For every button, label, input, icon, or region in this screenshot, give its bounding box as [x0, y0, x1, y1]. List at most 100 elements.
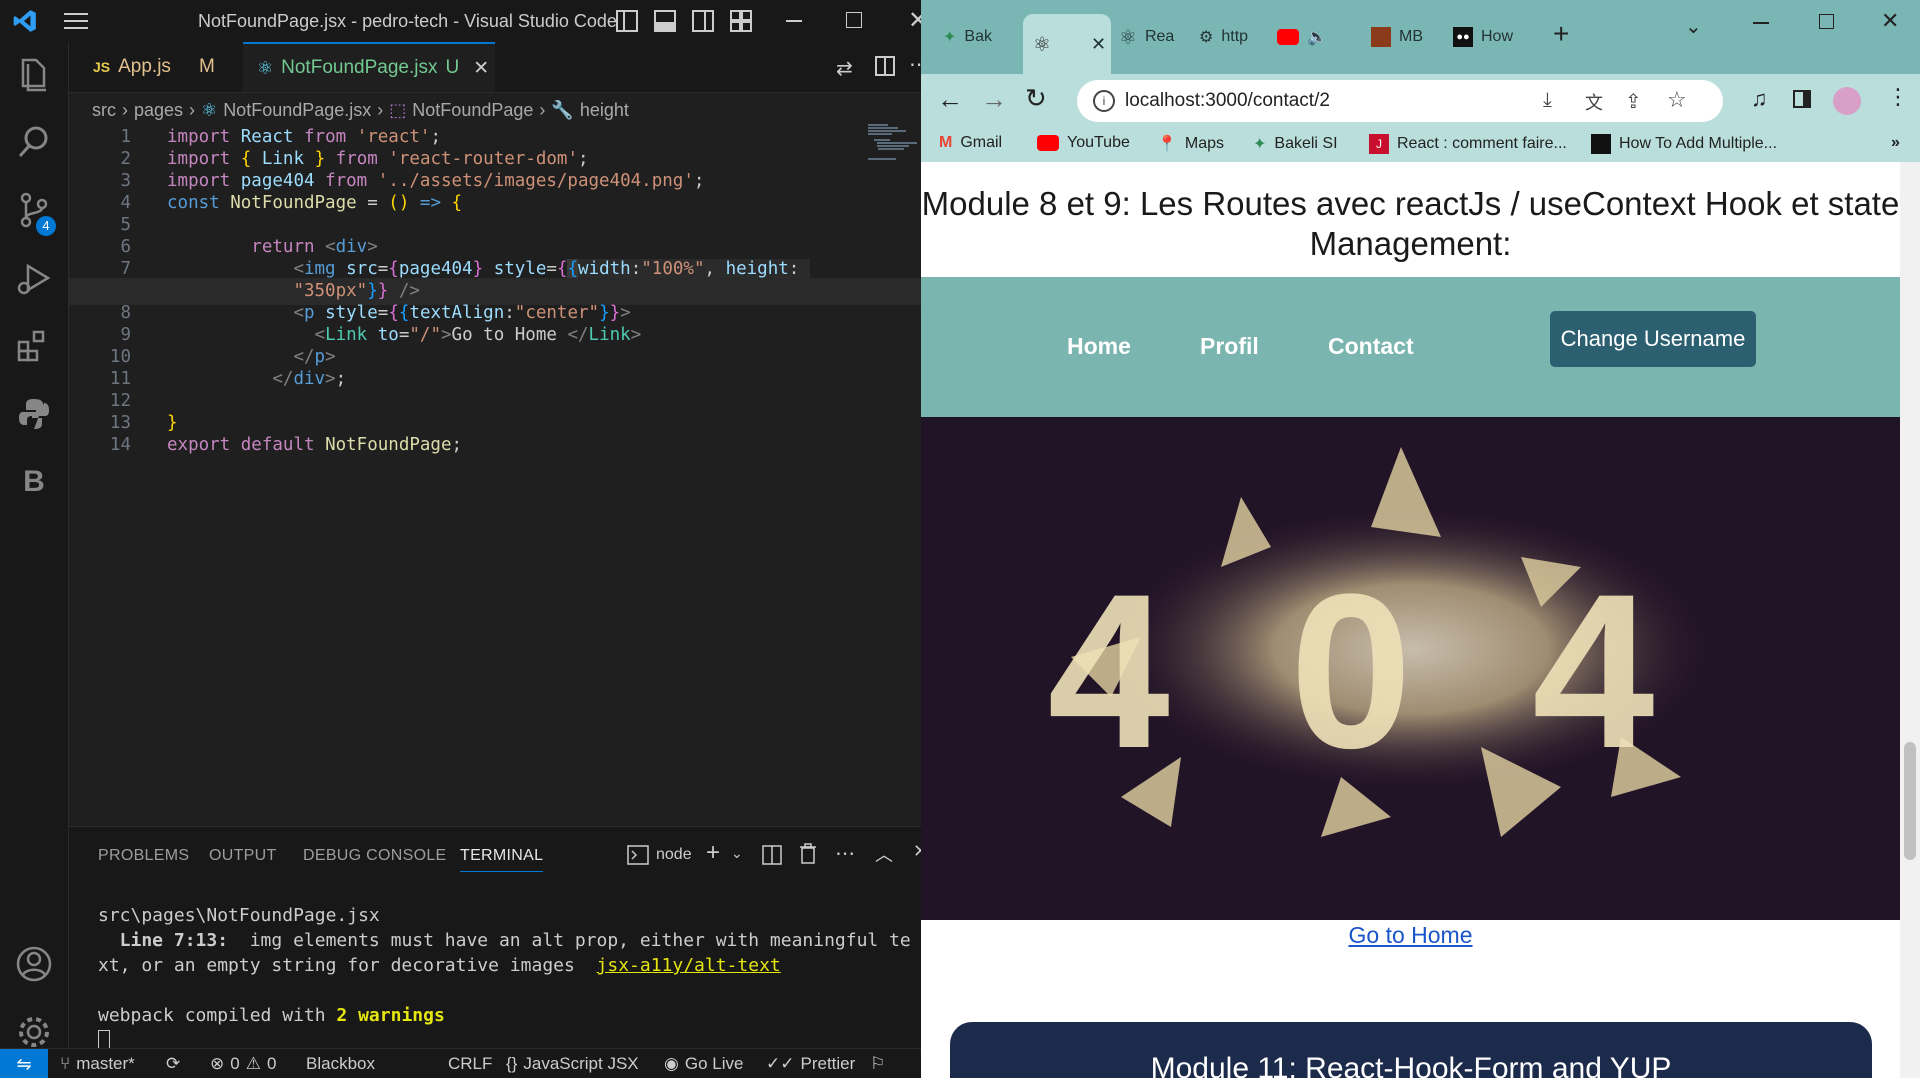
tab-terminal[interactable]: TERMINAL: [460, 847, 544, 872]
reload-icon[interactable]: ↻: [1025, 83, 1047, 114]
menu-icon[interactable]: [64, 12, 88, 30]
nav-profil[interactable]: Profil: [1200, 333, 1259, 360]
customize-layout-icon[interactable]: [730, 10, 752, 37]
breadcrumb-pages[interactable]: pages: [134, 100, 183, 121]
breadcrumb-symbol[interactable]: NotFoundPage: [412, 100, 533, 121]
tab-problems[interactable]: PROBLEMS: [98, 847, 189, 865]
source-control-badge: 4: [36, 216, 56, 236]
share-icon[interactable]: ⇪: [1625, 89, 1642, 114]
split-editor-icon[interactable]: [875, 56, 895, 81]
close-tab-icon[interactable]: ✕: [1091, 34, 1106, 55]
extensions-icon[interactable]: [14, 326, 54, 366]
problems-status[interactable]: ⊗ 0 ⚠ 0: [210, 1054, 276, 1074]
browser-tab[interactable]: ⚛ Rea: [1119, 16, 1189, 58]
react-file-icon: ⚛: [257, 57, 274, 78]
module-11-card: Module 11: React-Hook-Form and YUP: [950, 1022, 1872, 1078]
bookmark-react[interactable]: J React : comment faire...: [1369, 134, 1567, 154]
breadcrumb: src › pages › ⚛ NotFoundPage.jsx › ⬚ NotFou…: [92, 96, 629, 124]
more-actions-icon[interactable]: ⋯: [909, 52, 921, 77]
chevron-down-icon[interactable]: ⌄: [731, 845, 743, 862]
go-home-link[interactable]: Go to Home: [1349, 922, 1473, 948]
go-live-status[interactable]: ◉ Go Live: [664, 1054, 743, 1074]
run-debug-icon[interactable]: [14, 258, 54, 298]
terminal-shell-name[interactable]: node: [656, 846, 692, 864]
profile-avatar[interactable]: [1833, 87, 1861, 115]
close-panel-icon[interactable]: ✕: [913, 841, 921, 862]
breadcrumb-src[interactable]: src: [92, 100, 116, 121]
tab-debug-console[interactable]: DEBUG CONSOLE: [303, 847, 447, 865]
settings-gear-icon[interactable]: [14, 1012, 54, 1052]
change-username-button[interactable]: Change Username: [1550, 311, 1756, 367]
language-status[interactable]: {} JavaScript JSX: [506, 1054, 639, 1074]
tab-app-js[interactable]: JS App.js M: [79, 42, 249, 92]
maximize-icon[interactable]: [1819, 14, 1834, 29]
code-editor[interactable]: 1 import React from 'react'; 2 import { Li…: [69, 124, 921, 824]
search-icon[interactable]: [14, 122, 54, 162]
minimize-icon[interactable]: [786, 20, 802, 22]
accounts-icon[interactable]: [14, 944, 54, 984]
compare-changes-icon[interactable]: ⇄: [836, 56, 853, 81]
browser-tab-active[interactable]: ⚛ ✕: [1023, 14, 1111, 74]
split-terminal-icon[interactable]: [762, 845, 782, 870]
browser-tab[interactable]: ●● How: [1453, 16, 1523, 58]
python-icon[interactable]: [14, 394, 54, 434]
nav-home[interactable]: Home: [1067, 333, 1131, 360]
close-window-icon[interactable]: ✕: [908, 6, 921, 35]
bookmark-how-to[interactable]: How To Add Multiple...: [1591, 134, 1777, 154]
new-terminal-icon[interactable]: +: [706, 839, 720, 867]
branch-status[interactable]: ⑂ master*: [60, 1054, 135, 1074]
install-app-icon[interactable]: ⤓: [1543, 89, 1552, 112]
blackbox-icon[interactable]: B: [14, 462, 54, 502]
close-tab-icon[interactable]: ✕: [473, 57, 489, 80]
blackbox-status[interactable]: Blackbox: [306, 1054, 375, 1074]
browser-tab[interactable]: ⚙ http: [1199, 16, 1269, 58]
scrollbar-thumb[interactable]: [1904, 742, 1916, 860]
close-window-icon[interactable]: ✕: [1881, 8, 1899, 34]
trash-icon[interactable]: [799, 843, 817, 870]
maximize-panel-icon[interactable]: ︿: [875, 841, 893, 867]
more-icon[interactable]: ⋯: [835, 841, 855, 866]
address-bar[interactable]: i localhost:3000/contact/2 ⤓ 文 ⇪ ☆: [1077, 80, 1723, 122]
breadcrumb-property[interactable]: height: [580, 100, 629, 121]
prettier-status[interactable]: ✓✓ Prettier: [766, 1054, 855, 1074]
tab-notfoundpage-jsx[interactable]: ⚛ NotFoundPage.jsx U ✕: [243, 42, 495, 92]
forward-icon[interactable]: →: [981, 84, 1007, 115]
react-file-icon: ⚛: [201, 99, 218, 120]
bookmark-gmail[interactable]: M Gmail: [939, 134, 1002, 152]
back-icon[interactable]: ←: [937, 84, 963, 115]
chrome-menu-icon[interactable]: ⋮: [1887, 84, 1909, 110]
bookmark-youtube[interactable]: YouTube: [1037, 134, 1130, 152]
nav-contact[interactable]: Contact: [1328, 333, 1414, 360]
remote-indicator[interactable]: ⇋: [0, 1049, 48, 1078]
toggle-panel-icon[interactable]: [654, 10, 676, 37]
breadcrumb-file[interactable]: NotFoundPage.jsx: [223, 100, 371, 121]
explorer-icon[interactable]: [14, 54, 54, 94]
page-scrollbar[interactable]: [1900, 162, 1920, 1078]
sync-icon[interactable]: ⟳: [166, 1054, 180, 1074]
git-branch-icon: ⑂: [60, 1054, 71, 1073]
feedback-icon[interactable]: ⚐: [870, 1054, 885, 1074]
browser-tab[interactable]: 🔈: [1277, 16, 1347, 58]
new-tab-icon[interactable]: +: [1553, 18, 1569, 50]
bookmark-maps[interactable]: 📍 Maps: [1157, 134, 1224, 154]
tab-search-icon[interactable]: ⌄: [1685, 14, 1702, 39]
side-panel-icon[interactable]: [1793, 90, 1811, 108]
minimap[interactable]: [868, 124, 918, 164]
more-bookmarks-icon[interactable]: »: [1891, 134, 1900, 152]
braces-icon: {}: [506, 1054, 518, 1073]
maximize-icon[interactable]: [846, 12, 862, 28]
toggle-sidebar-icon[interactable]: [616, 10, 638, 37]
toggle-secondary-sidebar-icon[interactable]: [692, 10, 714, 37]
browser-tab[interactable]: MB: [1371, 16, 1441, 58]
media-control-icon[interactable]: ♫: [1751, 86, 1768, 112]
url-text[interactable]: localhost:3000/contact/2: [1125, 90, 1330, 112]
eol-status[interactable]: CRLF: [448, 1054, 492, 1074]
browser-tab[interactable]: ✦ Bak: [943, 16, 1009, 58]
rule-link[interactable]: jsx-a11y/alt-text: [597, 955, 781, 976]
maps-pin-icon: 📍: [1157, 136, 1177, 153]
translate-icon[interactable]: 文: [1585, 89, 1603, 115]
bookmark-star-icon[interactable]: ☆: [1667, 87, 1687, 113]
bookmark-bakeli[interactable]: ✦ Bakeli SI: [1253, 134, 1338, 154]
minimize-icon[interactable]: [1753, 22, 1769, 24]
tab-output[interactable]: OUTPUT: [209, 847, 277, 865]
